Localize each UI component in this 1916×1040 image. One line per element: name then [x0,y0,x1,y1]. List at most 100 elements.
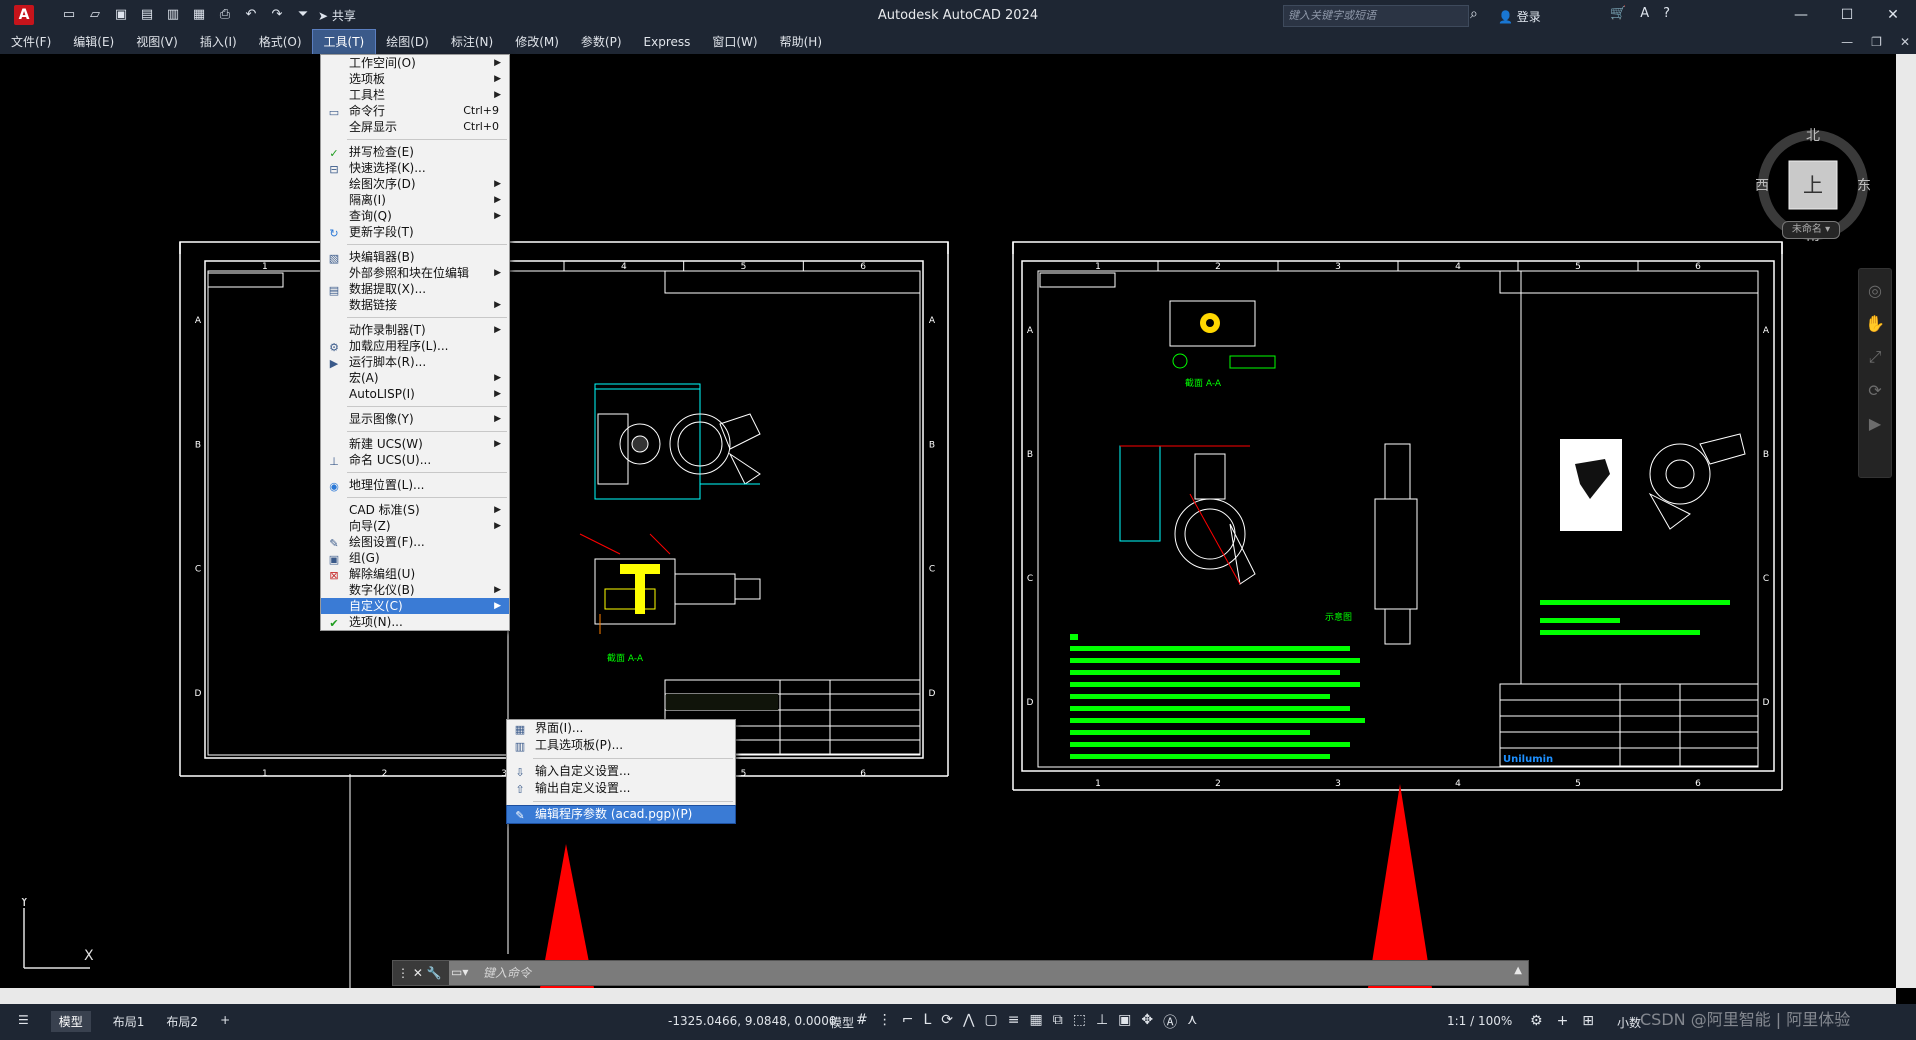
workspace-gear-icon[interactable]: ⚙ [1530,1013,1543,1029]
tools_menu-item-3-0[interactable]: 动作录制器(T) ▶ [321,322,509,338]
cart-icon[interactable]: 🛒 [1610,6,1626,21]
horizontal-scrollbar[interactable] [0,988,1896,1004]
tools_menu-item-3-1[interactable]: ⚙ 加载应用程序(L)... [321,338,509,354]
close-icon[interactable]: ✕ [1870,0,1916,30]
layout-tab-0[interactable]: 模型 [50,1011,91,1032]
tools_menu-item-0-0[interactable]: 工作空间(O) ▶ [321,55,509,71]
tools_menu-item-7-6[interactable]: 自定义(C) ▶ [321,598,509,614]
tools_menu-item-7-4[interactable]: ⊠ 解除编组(U) [321,566,509,582]
tools_menu-item-3-3[interactable]: 宏(A) ▶ [321,370,509,386]
menu-3[interactable]: 插入(I) [189,30,248,54]
customize_submenu-item-1-0[interactable]: ⇩ 输入自定义设置... [507,763,735,780]
menu-10[interactable]: Express [633,30,702,54]
maximize-icon[interactable]: ☐ [1824,0,1870,30]
customize_submenu-item-2-0[interactable]: ✎ 编辑程序参数 (acad.pgp)(P) [506,805,736,824]
menu-11[interactable]: 窗口(W) [701,30,768,54]
drawing-canvas[interactable]: 1 1 2 2 3 3 4 4 5 5 6 6 A A B B C C D D 截面 A-A Unilumin [0,54,1896,988]
tools_menu-item-7-7[interactable]: ✔ 选项(N)... [321,614,509,630]
minimize-icon[interactable]: — [1778,0,1824,30]
layout-tab-2[interactable]: 布局2 [166,1013,198,1032]
command-history-icon[interactable]: ▭▾ [451,965,468,979]
customize_submenu-item-1-1[interactable]: ⇧ 输出自定义设置... [507,780,735,797]
command-expand-icon[interactable]: ▲ [1514,965,1522,976]
isodraft-icon[interactable]: ⋀ [963,1012,974,1032]
menu-2[interactable]: 视图(V) [125,30,189,54]
doc-restore-icon[interactable]: ❐ [1871,30,1882,54]
polar-icon[interactable]: ⟳ [941,1012,953,1032]
annotation-visibility-icon[interactable]: Ⓐ [1163,1012,1177,1032]
help-icon[interactable]: ? [1663,6,1670,21]
tools_menu-item-2-0[interactable]: ▧ 块编辑器(B) [321,249,509,265]
tools_menu-item-3-4[interactable]: AutoLISP(I) ▶ [321,386,509,402]
tools_menu-item-7-3[interactable]: ▣ 组(G) [321,550,509,566]
hamburger-icon[interactable]: ☰ [18,1013,29,1032]
menu-7[interactable]: 标注(N) [440,30,504,54]
viewcube-west[interactable]: 西 [1755,178,1769,194]
tools_menu-item-5-0[interactable]: 新建 UCS(W) ▶ [321,436,509,452]
tools_menu-item-1-2[interactable]: 绘图次序(D) ▶ [321,176,509,192]
selection-cycling-icon[interactable]: ⧉ [1053,1012,1063,1032]
steering-wheel-icon[interactable]: ◎ [1868,281,1882,300]
tools_menu-item-1-1[interactable]: ⊟ 快速选择(K)... [321,160,509,176]
menu-12[interactable]: 帮助(H) [769,30,833,54]
search-icon[interactable]: ⌕ [1470,6,1478,22]
osnap-icon[interactable]: ▢ [985,1012,998,1032]
menu-1[interactable]: 编辑(E) [62,30,125,54]
doc-close-icon[interactable]: ✕ [1900,30,1910,54]
snap-icon[interactable]: ⋮ [878,1012,892,1032]
add-layout-icon[interactable]: + [220,1013,230,1032]
tools_menu-item-4-0[interactable]: 显示图像(Y) ▶ [321,411,509,427]
infer-icon[interactable]: ⌐ [902,1012,914,1032]
grid-icon[interactable]: # [856,1012,868,1032]
model-space-toggle[interactable]: 模型 [830,1014,854,1031]
command-line-handle[interactable]: ⋮ ✕ 🔧 [393,961,449,985]
wcs-dropdown[interactable]: 未命名 ▾ [1782,221,1840,239]
transparency-icon[interactable]: ▦ [1029,1012,1042,1032]
tools_menu-item-5-1[interactable]: ⊥ 命名 UCS(U)... [321,452,509,468]
units-icon[interactable]: ⊞ [1582,1013,1594,1029]
menu-8[interactable]: 修改(M) [504,30,570,54]
customize_submenu-item-0-0[interactable]: ▦ 界面(I)... [507,720,735,737]
tools_menu-item-0-3[interactable]: ▭ 命令行 Ctrl+9 [321,103,509,119]
tools_menu-item-6-0[interactable]: ◉ 地理位置(L)... [321,477,509,493]
ortho-icon[interactable]: L [923,1012,931,1032]
tools_menu-item-1-0[interactable]: ✓ 拼写检查(E) [321,144,509,160]
menu-6[interactable]: 绘图(D) [375,30,440,54]
tools_menu-item-2-2[interactable]: ▤ 数据提取(X)... [321,281,509,297]
command-input[interactable]: 键入命令 [483,964,531,981]
selection-filter-icon[interactable]: ▣ [1118,1012,1131,1032]
menu-0[interactable]: 文件(F) [0,30,62,54]
zoom-extents-icon[interactable]: ⤢ [1869,347,1882,367]
tools_menu-item-7-1[interactable]: 向导(Z) ▶ [321,518,509,534]
tools_menu-item-1-3[interactable]: 隔离(I) ▶ [321,192,509,208]
gizmo-icon[interactable]: ✥ [1141,1012,1153,1032]
annotation-monitor-icon[interactable]: + [1557,1013,1569,1029]
menu-5[interactable]: 工具(T) [311,29,377,55]
coordinates-readout[interactable]: -1325.0466, 9.0848, 0.0000 [668,1014,836,1028]
orbit-icon[interactable]: ⟳ [1868,381,1881,400]
tools_menu-item-7-2[interactable]: ✎ 绘图设置(F)... [321,534,509,550]
tools_menu-item-0-2[interactable]: 工具栏 ▶ [321,87,509,103]
viewcube-east[interactable]: 东 [1857,178,1871,194]
tools_menu-item-7-0[interactable]: CAD 标准(S) ▶ [321,502,509,518]
lineweight-icon[interactable]: ≡ [1008,1012,1020,1032]
doc-minimize-icon[interactable]: — [1841,30,1853,54]
tools_menu-item-0-4[interactable]: 全屏显示 Ctrl+0 [321,119,509,135]
autodesk-account-icon[interactable]: A [1640,6,1649,21]
layout-tab-1[interactable]: 布局1 [113,1013,145,1032]
tools_menu-item-1-5[interactable]: ↻ 更新字段(T) [321,224,509,240]
tools_menu-item-7-5[interactable]: 数字化仪(B) ▶ [321,582,509,598]
3d-osnap-icon[interactable]: ⬚ [1073,1012,1086,1032]
pan-icon[interactable]: ✋ [1865,314,1885,333]
tools_menu-item-3-2[interactable]: ▶ 运行脚本(R)... [321,354,509,370]
tools_menu-item-1-4[interactable]: 查询(Q) ▶ [321,208,509,224]
search-input[interactable]: 键入关键字或短语 [1283,5,1469,27]
menu-9[interactable]: 参数(P) [570,30,633,54]
customize_submenu-item-0-1[interactable]: ▥ 工具选项板(P)... [507,737,735,754]
viewcube-face[interactable]: 上 [1803,173,1823,197]
dynamic-ucs-icon[interactable]: ⊥ [1096,1012,1108,1032]
login-button[interactable]: 👤 登录 [1498,8,1541,25]
tools_menu-item-2-1[interactable]: 外部参照和块在位编辑 ▶ [321,265,509,281]
vertical-scrollbar[interactable] [1896,54,1916,988]
tools_menu-item-0-1[interactable]: 选项板 ▶ [321,71,509,87]
